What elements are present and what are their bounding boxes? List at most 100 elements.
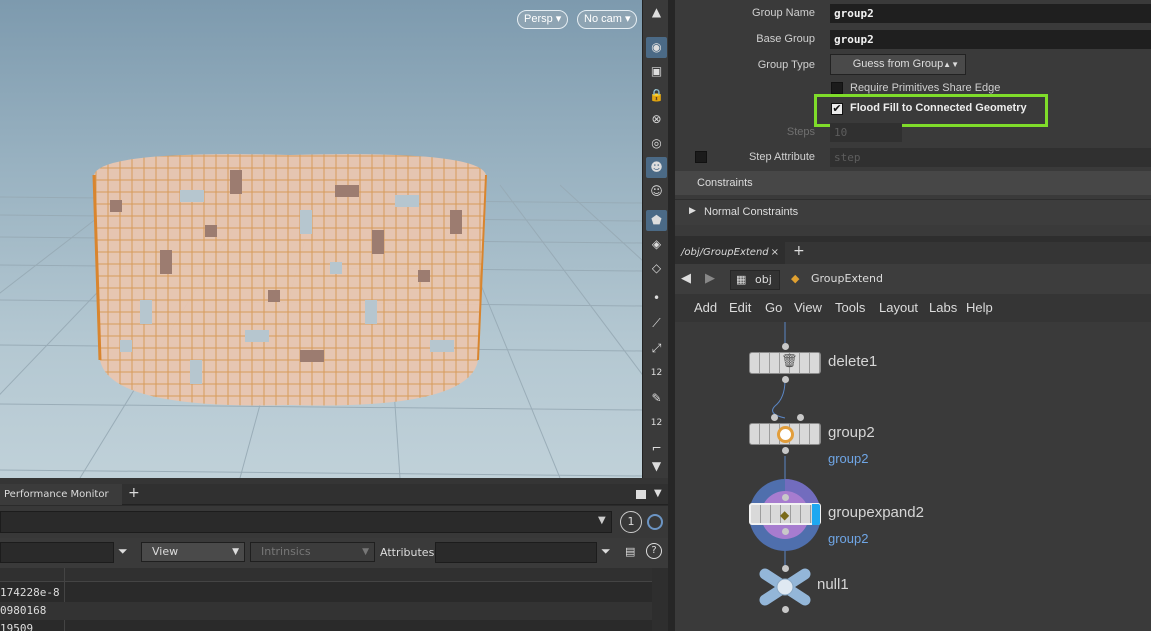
wire-icon[interactable]: ⬟ — [646, 210, 667, 231]
node-path-field[interactable] — [0, 511, 612, 533]
export-icon[interactable]: ▤ — [625, 545, 635, 558]
menu-view[interactable]: View — [794, 300, 822, 315]
filter-icon[interactable]: ⏷ — [118, 544, 128, 559]
help-icon[interactable]: ? — [646, 543, 662, 559]
scene-viewport[interactable]: Persp ▾ No cam ▾ — [0, 0, 642, 478]
require-prims-label: Require Primitives Share Edge — [850, 82, 1001, 94]
constraints-label: Constraints — [697, 177, 753, 189]
pin-icon[interactable] — [647, 514, 663, 530]
normal-constraints-folder[interactable]: ▶ Normal Constraints — [675, 199, 1151, 225]
output-port[interactable] — [782, 447, 789, 454]
step-attribute-label: Step Attribute — [748, 151, 815, 163]
menu-help[interactable]: Help — [966, 300, 993, 315]
network-canvas[interactable]: 🗑 delete1 group2 group2 ◆ groupexpand2 g… — [675, 322, 1151, 631]
close-icon[interactable]: × — [771, 242, 779, 264]
brush-icon[interactable]: ✎ — [646, 388, 667, 409]
chevron-down-icon: ▼ — [362, 547, 369, 557]
camera-menu[interactable]: No cam ▾ — [577, 10, 638, 29]
vertex-icon[interactable]: ⟋ — [646, 313, 667, 334]
table-cell: 174228e-8 — [0, 586, 60, 599]
number2-icon[interactable]: 12 — [646, 413, 667, 434]
main-splitter[interactable] — [668, 0, 675, 631]
node-group2[interactable] — [749, 423, 821, 445]
input-port[interactable] — [782, 343, 789, 350]
menu-tools[interactable]: Tools — [835, 300, 865, 315]
node-group-label: group2 — [828, 531, 869, 546]
node-groupexpand2[interactable]: ◆ — [749, 503, 821, 525]
path-dropdown-icon[interactable]: ▼ — [598, 515, 606, 526]
lock-icon[interactable]: 🔒 — [646, 85, 667, 106]
light-icon[interactable]: ⊗ — [646, 109, 667, 130]
attributes-label: Attributes: — [380, 546, 439, 559]
menu-layout[interactable]: Layout — [879, 300, 918, 315]
breadcrumb-node[interactable]: ◆ GroupExtend — [787, 270, 917, 290]
skeleton-icon[interactable]: ☺ — [646, 181, 667, 202]
menu-edit[interactable]: Edit — [729, 300, 751, 315]
require-prims-checkbox[interactable] — [831, 82, 843, 94]
tab-group-extend[interactable]: /obj/GroupExtend × — [675, 242, 785, 264]
camera-icon[interactable]: ◈ — [646, 234, 667, 255]
table-cell: 0980168 — [0, 604, 47, 617]
group-name-field[interactable]: group2 — [830, 4, 1151, 23]
perspective-menu[interactable]: Persp ▾ — [517, 10, 569, 29]
base-group-field[interactable]: group2 — [830, 30, 1151, 49]
attributes-input[interactable] — [435, 542, 597, 563]
node-null1[interactable] — [759, 568, 811, 606]
parameter-panel: Group Name group2 Base Group group2 Grou… — [675, 0, 1151, 236]
menu-labs[interactable]: Labs — [929, 300, 957, 315]
display-flag[interactable] — [812, 504, 820, 525]
prim-icon[interactable]: ⤢ — [646, 338, 667, 359]
breadcrumb-obj[interactable]: ▦ obj — [730, 270, 780, 290]
pane-dropdown-icon[interactable]: ▼ — [654, 488, 662, 499]
column-divider — [64, 568, 65, 631]
filter-input[interactable] — [0, 542, 114, 563]
add-tab-button[interactable]: + — [793, 243, 805, 259]
input-port[interactable] — [797, 414, 804, 421]
steps-field[interactable]: 10 — [830, 123, 902, 142]
network-menu-bar: Add Edit Go View Tools Layout Labs Help — [675, 294, 1151, 322]
menu-go[interactable]: Go — [765, 300, 782, 315]
chevron-updown-icon: ▲▼ — [943, 60, 959, 69]
breadcrumb-node-label: GroupExtend — [811, 272, 883, 285]
scroll-down-icon[interactable]: ▼ — [646, 456, 667, 477]
step-attribute-field[interactable]: step — [830, 148, 1151, 167]
intrinsics-dropdown[interactable]: Intrinsics ▼ — [250, 542, 375, 562]
tab-label: /obj/GroupExtend — [681, 247, 769, 258]
flood-fill-checkbox[interactable]: ✔ — [831, 103, 843, 115]
output-port[interactable] — [782, 376, 789, 383]
breadcrumb-obj-label: obj — [755, 273, 772, 286]
attributes-filter-icon[interactable]: ⏷ — [601, 544, 611, 559]
spreadsheet-filter-bar: ⏷ View ▼ Intrinsics ▼ Attributes: ⏷ ▤ ? — [0, 538, 668, 568]
node-delete1[interactable]: 🗑 — [749, 352, 821, 374]
normal-constraints-label: Normal Constraints — [704, 206, 799, 218]
view-dropdown[interactable]: View ▼ — [141, 542, 245, 562]
point-icon[interactable]: • — [646, 288, 667, 309]
display-icon[interactable]: ◎ — [646, 133, 667, 154]
scroll-up-icon[interactable]: ▲ — [646, 2, 667, 23]
flood-fill-label: Flood Fill to Connected Geometry — [850, 102, 1027, 114]
table-cell: 19509 — [0, 622, 34, 631]
add-tab-button[interactable]: + — [128, 485, 140, 501]
pane-menu-icon[interactable] — [636, 490, 646, 499]
number-icon[interactable]: 12 — [646, 363, 667, 384]
input-port[interactable] — [771, 414, 778, 421]
eye-icon[interactable]: ◉ — [646, 37, 667, 58]
group-type-dropdown[interactable]: Guess from Group ▲▼ — [830, 54, 966, 75]
tab-performance-monitor[interactable]: Performance Monitor — [0, 484, 122, 505]
back-arrow-icon[interactable]: ◀ — [681, 271, 691, 286]
ghost-icon[interactable]: ☻ — [646, 157, 667, 178]
bottom-tab-bar: Performance Monitor + ▼ — [0, 484, 668, 505]
output-port[interactable] — [782, 528, 789, 535]
network-tab-bar: /obj/GroupExtend × + — [675, 242, 1151, 264]
forward-arrow-icon[interactable]: ▶ — [705, 271, 715, 286]
group-icon — [777, 426, 794, 443]
snap-icon[interactable]: ◇ — [646, 258, 667, 279]
page-number[interactable]: 1 — [620, 511, 642, 533]
view-icon[interactable]: ▣ — [646, 61, 667, 82]
output-port[interactable] — [782, 606, 789, 613]
table-scrollbar[interactable] — [652, 568, 668, 631]
node-name: groupexpand2 — [828, 504, 924, 521]
constraints-header[interactable]: Constraints — [675, 171, 1151, 195]
menu-add[interactable]: Add — [694, 300, 717, 315]
input-port[interactable] — [782, 494, 789, 501]
